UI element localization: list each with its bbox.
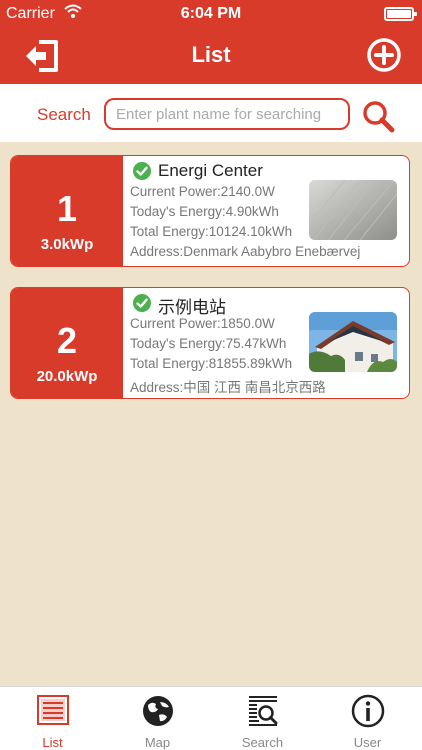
today-energy: Today's Energy:75.47kWh [130, 336, 287, 351]
plant-card[interactable]: 1 3.0kWp Energi Center Current Power:214… [10, 155, 410, 267]
search-bar: Search [0, 84, 422, 142]
tab-bar: List Map Search User [0, 686, 422, 750]
plant-address: Address:中国 江西 南昌北京西路 [130, 380, 326, 395]
plant-index: 1 [56, 188, 78, 229]
plant-badge: 1 3.0kWp [11, 156, 123, 266]
status-bar: Carrier 6:04 PM [0, 0, 422, 28]
plant-badge: 2 20.0kWp [11, 288, 123, 398]
tab-label: List [42, 735, 63, 750]
tab-map[interactable]: Map [105, 687, 210, 750]
today-energy: Today's Energy:4.90kWh [130, 204, 279, 219]
globe-icon [143, 696, 173, 726]
status-ok-icon [133, 162, 151, 180]
plant-capacity: 3.0kWp [40, 236, 94, 253]
plant-photo [309, 180, 397, 240]
tab-search[interactable]: Search [210, 687, 315, 750]
search-icon [363, 101, 395, 133]
total-energy: Total Energy:81855.89kWh [130, 356, 293, 371]
search-label: Search [37, 105, 91, 124]
plant-address: Address:Denmark Aabybro Enebærvej [130, 244, 361, 259]
plant-photo [309, 312, 397, 372]
tab-label: Search [241, 735, 284, 750]
list-icon [37, 695, 69, 725]
battery-icon [384, 7, 417, 21]
nav-bar: List [0, 28, 422, 84]
plant-name: Energi Center [158, 161, 263, 180]
plant-capacity: 20.0kWp [36, 368, 98, 385]
status-ok-icon [133, 294, 151, 312]
plus-circle-icon [367, 38, 401, 72]
info-icon [351, 694, 385, 728]
clock: 6:04 PM [180, 5, 242, 22]
total-energy: Total Energy:10124.10kWh [130, 224, 293, 239]
page-title: List [191, 42, 231, 67]
plant-name: 示例电站 [158, 298, 226, 317]
plant-card[interactable]: 2 20.0kWp 示例电站 Current Power:1850.0W Tod… [10, 287, 410, 399]
search-input[interactable] [104, 98, 350, 130]
tab-label: User [353, 735, 382, 750]
tab-user[interactable]: User [315, 687, 420, 750]
current-power: Current Power:1850.0W [130, 316, 275, 331]
search-list-icon [249, 696, 278, 726]
tab-label: Map [144, 735, 171, 750]
current-power: Current Power:2140.0W [130, 184, 275, 199]
plant-index: 2 [56, 320, 78, 361]
tab-list[interactable]: List [0, 687, 105, 750]
search-button[interactable] [360, 98, 396, 134]
add-plant-button[interactable] [366, 37, 402, 73]
